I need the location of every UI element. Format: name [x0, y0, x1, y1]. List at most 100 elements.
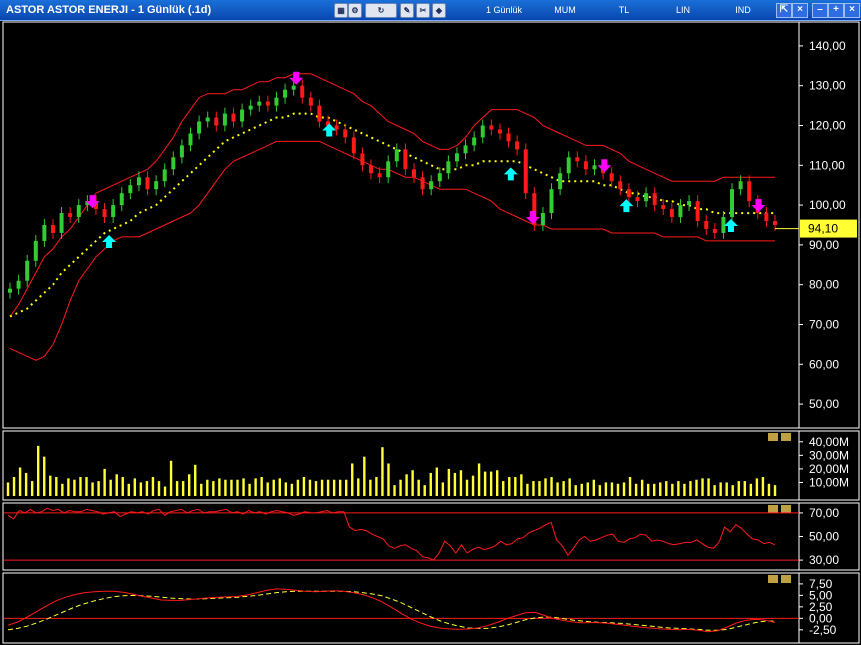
candle-body	[119, 193, 124, 206]
volume-bar	[755, 478, 759, 496]
candle-body	[764, 213, 769, 222]
volume-bar	[278, 478, 281, 496]
candle-body	[566, 157, 571, 174]
candle-body	[652, 193, 657, 206]
candle-body	[257, 101, 262, 106]
candle-body	[205, 117, 210, 122]
volume-bar	[290, 483, 294, 496]
candle-body	[16, 280, 21, 289]
volume-bar	[91, 482, 94, 496]
candle-body	[8, 288, 12, 293]
candle-body	[497, 129, 502, 134]
candle-body	[59, 213, 64, 233]
candle-body	[583, 161, 588, 170]
volume-bar	[429, 472, 432, 496]
candle-body	[154, 181, 159, 190]
volume-bar	[242, 478, 245, 496]
volume-bar	[326, 479, 330, 496]
candle-body	[437, 173, 442, 182]
candle-body	[429, 181, 434, 190]
candle-body	[265, 101, 270, 106]
candle-body	[111, 205, 116, 218]
volume-bar	[653, 483, 656, 496]
volume-bar	[43, 456, 46, 496]
rsi-close-button	[781, 505, 791, 513]
rsi-restore-button	[768, 505, 778, 513]
volume-bar	[212, 481, 215, 496]
volume-bar	[417, 479, 420, 496]
volume-bar	[544, 478, 547, 496]
candle-body	[197, 121, 202, 134]
volume-bar	[514, 477, 517, 496]
buy-arrow-icon	[503, 167, 518, 181]
candle-body	[76, 205, 81, 218]
volume-bar	[622, 482, 626, 496]
candle-body	[480, 125, 485, 138]
candle-body	[403, 149, 408, 170]
price-axis-tick-label: 50,00	[809, 397, 839, 411]
candle-body	[747, 181, 752, 202]
volume-axis-tick-label: 30,00M	[809, 448, 849, 462]
macd-signal-line	[7, 590, 775, 631]
volume-bar	[61, 483, 64, 496]
volume-bar	[85, 477, 88, 496]
volume-bar	[381, 447, 384, 496]
volume-bar	[423, 485, 426, 496]
candle-body	[454, 153, 459, 162]
macd-close-button	[781, 575, 791, 583]
volume-bar	[465, 479, 469, 496]
volume-bar	[97, 481, 100, 496]
volume-bar	[489, 471, 493, 496]
candle-body	[609, 173, 614, 182]
price-panel	[8, 71, 799, 361]
volume-bar	[224, 479, 227, 496]
candle-body	[222, 113, 227, 126]
volume-bar	[483, 471, 487, 496]
rsi-line	[7, 507, 776, 561]
rsi-axis-tick-label: 70,00	[809, 506, 839, 520]
volume-axis-tick-label: 20,00M	[809, 462, 849, 476]
volume-bar	[677, 481, 680, 496]
volume-bar	[67, 478, 70, 496]
volume-bar	[387, 463, 390, 496]
volume-bar	[689, 481, 692, 496]
volume-bar	[169, 460, 173, 496]
volume-bar	[314, 481, 318, 496]
price-axis-tick-label: 80,00	[809, 278, 839, 292]
candle-body	[369, 165, 374, 174]
volume-bar	[665, 481, 668, 496]
volume-bar	[526, 483, 529, 496]
volume-bar	[266, 482, 269, 496]
candle-body	[489, 125, 494, 130]
volume-bar	[30, 481, 34, 496]
candle-body	[411, 169, 416, 178]
candle-body	[171, 157, 176, 170]
volume-bar	[24, 472, 28, 496]
candle-body	[773, 221, 777, 225]
volume-bar	[495, 470, 499, 496]
volume-bar	[586, 482, 589, 496]
candle-body	[592, 165, 597, 170]
candle-body	[463, 145, 468, 154]
volume-bar	[731, 485, 734, 496]
volume-bar	[187, 474, 191, 496]
volume-bar	[441, 482, 445, 496]
candle-body	[420, 177, 425, 190]
volume-bar	[73, 479, 76, 496]
candle-body	[644, 193, 649, 202]
candle-body	[214, 117, 219, 126]
candle-body	[317, 105, 322, 122]
volume-bar	[109, 479, 112, 496]
candle-body	[695, 201, 700, 222]
last-price-label: 94,10	[808, 222, 838, 236]
macd-panel	[4, 588, 799, 633]
candle-body	[738, 181, 743, 190]
rsi-panel	[4, 507, 799, 561]
volume-bar	[49, 475, 52, 496]
volume-bar	[200, 483, 203, 496]
chart-canvas: 50,00 60,00 70,00 80,00 90,00 100,00 110,00 120…	[2, 21, 860, 644]
candle-body	[704, 221, 709, 229]
buy-arrow-icon	[322, 123, 337, 137]
candle-body	[33, 240, 38, 261]
volume-bar	[707, 478, 710, 496]
